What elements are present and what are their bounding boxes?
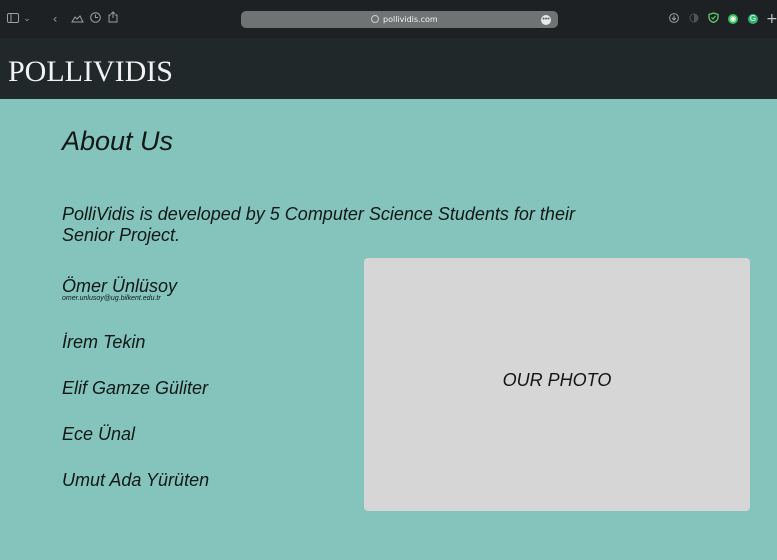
sidebar-icon[interactable] — [6, 11, 20, 27]
member-name: Ece Ünal — [62, 424, 136, 444]
cloud-icon[interactable] — [70, 11, 84, 27]
photo-label: OUR PHOTO — [502, 370, 612, 390]
member-email: omer.unlusoy@ug.bilkent.edu.tr — [62, 295, 161, 302]
browser-toolbar: ⌄ ‹ pollividis.com ••• ◉ G + — [0, 0, 777, 38]
url-text: pollividis.com — [383, 15, 438, 24]
half-circle-icon[interactable] — [688, 11, 700, 27]
team-photo-placeholder: OUR PHOTO — [364, 258, 750, 511]
plus-icon[interactable]: + — [766, 11, 777, 27]
page-title: About Us — [62, 126, 174, 156]
member-name: Umut Ada Yürüten — [62, 470, 210, 490]
address-bar[interactable]: pollividis.com ••• — [241, 11, 558, 28]
chevron-left-icon[interactable]: ‹ — [50, 11, 60, 27]
site-header: POLLIVIDIS — [0, 38, 777, 99]
download-icon[interactable] — [668, 11, 680, 27]
intro-text: PolliVidis is developed by 5 Computer Sc… — [62, 204, 575, 245]
ellipsis-icon[interactable]: ••• — [541, 15, 551, 25]
member-name: İrem Tekin — [62, 332, 146, 352]
camera-icon[interactable]: ◉ — [728, 14, 738, 24]
share-icon[interactable] — [106, 11, 120, 27]
site-logo[interactable]: POLLIVIDIS — [8, 55, 173, 89]
clock-icon[interactable] — [88, 11, 102, 27]
site-info-icon — [371, 15, 379, 23]
member-name: Elif Gamze Güliter — [62, 378, 209, 398]
chevron-down-icon[interactable]: ⌄ — [22, 11, 32, 27]
g-icon[interactable]: G — [748, 14, 758, 24]
shield-icon[interactable] — [707, 11, 719, 27]
